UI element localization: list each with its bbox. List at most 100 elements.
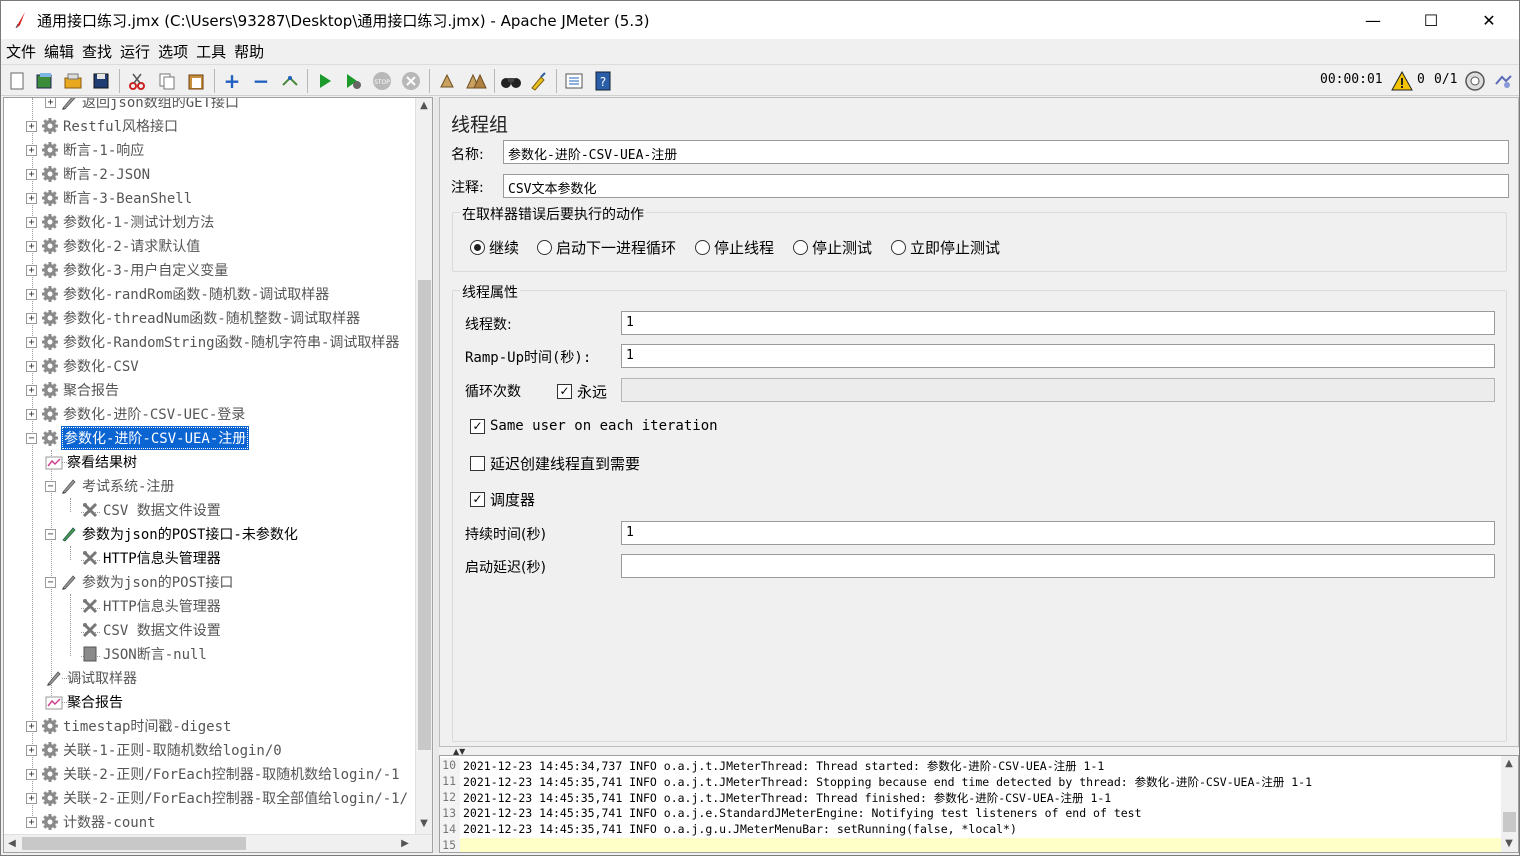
tree-node[interactable]: CSV 数据文件设置 <box>81 498 222 522</box>
tree-node[interactable]: + 关联-2-正则/ForEach控制器-取全部值给login/-1/ <box>26 786 409 810</box>
warning-icon[interactable] <box>1391 70 1413 92</box>
expand-node-icon[interactable]: + <box>26 144 37 156</box>
collapse-icon[interactable]: − <box>250 69 272 93</box>
tree-horizontal-scrollbar[interactable]: ◀ ▶ <box>4 834 432 852</box>
shutdown-icon[interactable] <box>400 70 422 92</box>
cut-icon[interactable] <box>126 70 148 92</box>
tree-node[interactable]: + 参数化-进阶-CSV-UEC-登录 <box>26 402 246 426</box>
radio-continue[interactable]: 继续 <box>470 237 519 258</box>
collapse-node-icon[interactable]: − <box>45 528 56 540</box>
open-icon[interactable] <box>62 70 84 92</box>
delay-thread-creation-checkbox[interactable]: 延迟创建线程直到需要 <box>470 453 640 474</box>
test-plan-tree[interactable]: + 返回json数组的GET接口 + Restful风格接口 + 断言-1-响应 + 断言-2… <box>3 97 433 853</box>
log-viewer-icon[interactable] <box>1492 70 1514 92</box>
expand-node-icon[interactable]: + <box>26 384 37 396</box>
collapse-node-icon[interactable]: − <box>45 576 56 588</box>
expand-node-icon[interactable]: + <box>26 816 37 828</box>
menu-edit[interactable]: 编辑 <box>44 41 74 62</box>
expand-node-icon[interactable]: + <box>26 336 37 348</box>
expand-icon[interactable]: + <box>221 69 243 93</box>
expand-node-icon[interactable]: + <box>26 720 37 732</box>
tree-node[interactable]: + 断言-1-响应 <box>26 138 145 162</box>
tree-node[interactable]: − 参数为json的POST接口 <box>45 570 234 594</box>
menu-options[interactable]: 选项 <box>158 41 188 62</box>
scheduler-checkbox[interactable]: ✓ 调度器 <box>470 489 535 510</box>
menu-file[interactable]: 文件 <box>6 41 36 62</box>
expand-node-icon[interactable]: + <box>26 792 37 804</box>
tree-node[interactable]: − 参数化-进阶-CSV-UEA-注册 <box>26 426 250 450</box>
tree-node[interactable]: HTTP信息头管理器 <box>81 594 222 618</box>
collapse-node-icon[interactable]: − <box>45 480 56 492</box>
search-icon[interactable] <box>500 70 522 92</box>
maximize-button[interactable]: ☐ <box>1402 1 1460 39</box>
tree-node[interactable]: − 考试系统-注册 <box>45 474 175 498</box>
tree-node[interactable]: 察看结果树 <box>45 450 138 474</box>
comment-field[interactable]: CSV文本参数化 <box>503 174 1509 198</box>
scroll-down-icon[interactable]: ▼ <box>416 816 432 832</box>
startup-delay-field[interactable] <box>621 554 1495 578</box>
tree-node[interactable]: + 计数器-count <box>26 810 157 834</box>
copy-icon[interactable] <box>156 70 178 92</box>
expand-node-icon[interactable]: + <box>26 240 37 252</box>
tree-node[interactable]: + 参数化-1-测试计划方法 <box>26 210 215 234</box>
expand-node-icon[interactable]: + <box>26 216 37 228</box>
radio-stop-thread[interactable]: 停止线程 <box>695 237 774 258</box>
scroll-up-icon[interactable]: ▲ <box>416 98 432 114</box>
menu-help[interactable]: 帮助 <box>234 41 264 62</box>
tree-node[interactable]: + 参数化-CSV <box>26 354 140 378</box>
expand-node-icon[interactable]: + <box>26 288 37 300</box>
expand-node-icon[interactable]: + <box>26 192 37 204</box>
help-icon[interactable]: ? <box>592 70 614 92</box>
minimize-button[interactable]: — <box>1344 1 1402 39</box>
toggle-icon[interactable] <box>279 70 301 92</box>
same-user-checkbox[interactable]: ✓ Same user on each iteration <box>470 418 718 434</box>
radio-stop-test-now[interactable]: 立即停止测试 <box>891 237 1000 258</box>
stop-icon[interactable]: STOP <box>371 70 393 92</box>
tree-node[interactable]: + 聚合报告 <box>26 378 120 402</box>
tree-node[interactable]: + 参数化-3-用户自定义变量 <box>26 258 229 282</box>
menu-run[interactable]: 运行 <box>120 41 150 62</box>
clear-all-icon[interactable] <box>465 70 487 92</box>
tree-node[interactable]: + 关联-2-正则/ForEach控制器-取随机数给login/-1 <box>26 762 401 786</box>
duration-field[interactable]: 1 <box>621 521 1495 545</box>
start-icon[interactable] <box>314 70 336 92</box>
save-icon[interactable] <box>90 70 112 92</box>
menu-tools[interactable]: 工具 <box>196 41 226 62</box>
forever-checkbox[interactable]: ✓ 永远 <box>557 381 607 402</box>
tree-node[interactable]: HTTP信息头管理器 <box>81 546 222 570</box>
new-icon[interactable] <box>6 70 28 92</box>
tree-node[interactable]: + 关联-1-正则-取随机数给login/0 <box>26 738 283 762</box>
tree-node[interactable]: 聚合报告 <box>45 690 124 714</box>
tree-node[interactable]: − 参数为json的POST接口-未参数化 <box>45 522 299 546</box>
templates-icon[interactable] <box>34 70 56 92</box>
log-scroll-thumb[interactable] <box>1503 812 1516 832</box>
scroll-left-icon[interactable]: ◀ <box>4 835 20 852</box>
radio-start-next-loop[interactable]: 启动下一进程循环 <box>537 237 676 258</box>
scroll-right-icon[interactable]: ▶ <box>397 835 413 852</box>
expand-node-icon[interactable]: + <box>26 312 37 324</box>
name-field[interactable]: 参数化-进阶-CSV-UEA-注册 <box>503 140 1509 164</box>
expand-node-icon[interactable]: + <box>45 98 56 108</box>
expand-node-icon[interactable]: + <box>26 768 37 780</box>
expand-node-icon[interactable]: + <box>26 360 37 372</box>
tree-node[interactable]: + 参数化-2-请求默认值 <box>26 234 201 258</box>
log-panel[interactable]: 10 2021-12-23 14:45:34,737 INFO o.a.j.t.J… <box>439 755 1519 853</box>
tree-node[interactable]: + 参数化-randRom函数-随机数-调试取样器 <box>26 282 330 306</box>
tree-node[interactable]: + 参数化-RandomString函数-随机字符串-调试取样器 <box>26 330 400 354</box>
collapse-node-icon[interactable]: − <box>26 432 37 444</box>
tree-node[interactable]: + 断言-3-BeanShell <box>26 186 193 210</box>
tree-node[interactable]: JSON断言-null <box>81 642 208 666</box>
remote-indicator-icon[interactable] <box>1464 70 1486 92</box>
tree-scroll-thumb[interactable] <box>418 280 431 750</box>
expand-node-icon[interactable]: + <box>26 744 37 756</box>
clear-icon[interactable] <box>436 70 458 92</box>
tree-node[interactable]: + 断言-2-JSON <box>26 162 151 186</box>
tree-node[interactable]: + Restful风格接口 <box>26 114 179 138</box>
expand-node-icon[interactable]: + <box>26 168 37 180</box>
function-helper-icon[interactable] <box>563 70 585 92</box>
threads-field[interactable]: 1 <box>621 311 1495 335</box>
menu-search[interactable]: 查找 <box>82 41 112 62</box>
tree-vertical-scrollbar[interactable]: ▲ ▼ <box>415 98 432 834</box>
paste-icon[interactable] <box>185 70 207 92</box>
rampup-field[interactable]: 1 <box>621 344 1495 368</box>
